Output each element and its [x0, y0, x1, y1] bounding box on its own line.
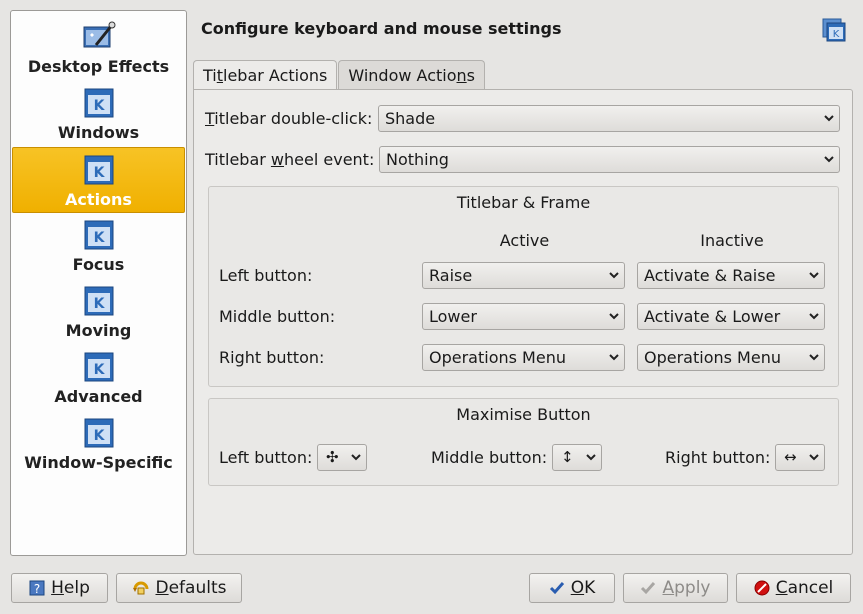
vertical-arrows-icon: ↕: [561, 448, 574, 466]
sidebar-item-focus[interactable]: K Focus: [12, 213, 185, 279]
chevron-down-icon: [350, 445, 362, 470]
window-icon: K: [84, 220, 113, 250]
sidebar-item-actions[interactable]: K Actions: [12, 147, 185, 213]
titlebar-actions-panel: Titlebar double-click: Shade Titlebar wh…: [193, 89, 853, 555]
chevron-down-icon: [823, 106, 835, 131]
defaults-icon: [132, 581, 148, 595]
maximise-left-select[interactable]: ✣: [317, 444, 367, 471]
help-icon: ?: [29, 580, 45, 596]
window-icon: K: [84, 418, 113, 448]
maximise-middle-select[interactable]: ↕: [552, 444, 602, 471]
sidebar-item-desktop-effects[interactable]: Desktop Effects: [12, 15, 185, 81]
group-title: Maximise Button: [456, 405, 591, 424]
sidebar-item-label: Windows: [57, 123, 140, 142]
help-button[interactable]: ? Help: [11, 573, 108, 603]
apply-button[interactable]: Apply: [623, 573, 728, 603]
chevron-down-icon: [585, 445, 597, 470]
chevron-down-icon: [608, 263, 620, 288]
chevron-down-icon: [823, 147, 835, 172]
column-header-active: Active: [499, 231, 550, 250]
svg-text:K: K: [833, 29, 840, 40]
maximise-button-group: Maximise Button Left button: ✣ Middle bu…: [208, 398, 839, 486]
sidebar-item-label: Advanced: [54, 387, 143, 406]
middle-button-inactive-select[interactable]: Activate & Lower: [637, 303, 825, 330]
wheel-event-select[interactable]: Nothing: [379, 146, 840, 173]
sidebar-item-label: Focus: [72, 255, 125, 274]
tab-bar: Titlebar Actions Window Actions: [193, 60, 486, 91]
svg-text:K: K: [93, 428, 105, 444]
chevron-down-icon: [608, 345, 620, 370]
sidebar-item-moving[interactable]: K Moving: [12, 279, 185, 345]
page-title: Configure keyboard and mouse settings: [201, 19, 562, 38]
chevron-down-icon: [808, 304, 820, 329]
middle-button-active-select[interactable]: Lower: [422, 303, 625, 330]
column-header-inactive: Inactive: [700, 231, 764, 250]
checkmark-icon: [641, 582, 656, 595]
window-icon: K: [84, 88, 113, 118]
maximise-left-label: Left button:: [219, 448, 313, 467]
wheel-event-label: Titlebar wheel event:: [205, 150, 375, 169]
middle-button-label: Middle button:: [219, 307, 336, 326]
svg-text:K: K: [93, 362, 105, 378]
window-icon: K: [84, 352, 113, 382]
maximise-middle-label: Middle button:: [431, 448, 548, 467]
left-button-inactive-select[interactable]: Activate & Raise: [637, 262, 825, 289]
titlebar-frame-group: Titlebar & Frame Active Inactive Left bu…: [208, 186, 839, 387]
defaults-button[interactable]: Defaults: [116, 573, 242, 603]
right-button-inactive-select[interactable]: Operations Menu: [637, 344, 825, 371]
group-title: Titlebar & Frame: [456, 193, 591, 212]
dbl-click-label: Titlebar double-click:: [205, 109, 373, 128]
left-button-label: Left button:: [219, 266, 313, 285]
sidebar-item-label: Actions: [65, 190, 132, 209]
category-sidebar: Desktop Effects K Windows K Actions K Fo…: [10, 10, 187, 556]
checkmark-icon: [549, 582, 564, 595]
tab-titlebar-actions[interactable]: Titlebar Actions: [193, 60, 338, 91]
cancel-icon: [754, 580, 770, 596]
chevron-down-icon: [608, 304, 620, 329]
horizontal-arrows-icon: ↔: [784, 448, 797, 466]
maximise-right-select[interactable]: ↔: [775, 444, 825, 471]
chevron-down-icon: [808, 263, 820, 288]
cancel-button[interactable]: Cancel: [736, 573, 851, 603]
move-icon: ✣: [326, 448, 339, 466]
svg-text:K: K: [93, 296, 105, 312]
svg-text:K: K: [93, 98, 105, 114]
svg-text:?: ?: [34, 582, 40, 596]
tab-window-actions[interactable]: Window Actions: [338, 60, 485, 90]
dbl-click-select[interactable]: Shade: [378, 105, 840, 132]
right-button-active-select[interactable]: Operations Menu: [422, 344, 625, 371]
window-icon: K: [822, 18, 846, 42]
desktop-effects-icon: [83, 21, 115, 48]
svg-text:K: K: [93, 230, 105, 246]
right-button-label: Right button:: [219, 348, 325, 367]
sidebar-item-label: Desktop Effects: [27, 57, 170, 76]
chevron-down-icon: [808, 345, 820, 370]
ok-button[interactable]: OK: [529, 573, 615, 603]
sidebar-item-label: Window-Specific: [24, 453, 173, 472]
window-icon: K: [84, 286, 113, 316]
svg-text:K: K: [93, 165, 105, 181]
sidebar-item-advanced[interactable]: K Advanced: [12, 345, 185, 411]
sidebar-item-window-specific[interactable]: K Window-Specific: [12, 411, 185, 477]
sidebar-item-windows[interactable]: K Windows: [12, 81, 185, 147]
left-button-active-select[interactable]: Raise: [422, 262, 625, 289]
chevron-down-icon: [808, 445, 820, 470]
maximise-right-label: Right button:: [665, 448, 771, 467]
sidebar-item-label: Moving: [65, 321, 132, 340]
window-icon: K: [84, 155, 113, 185]
